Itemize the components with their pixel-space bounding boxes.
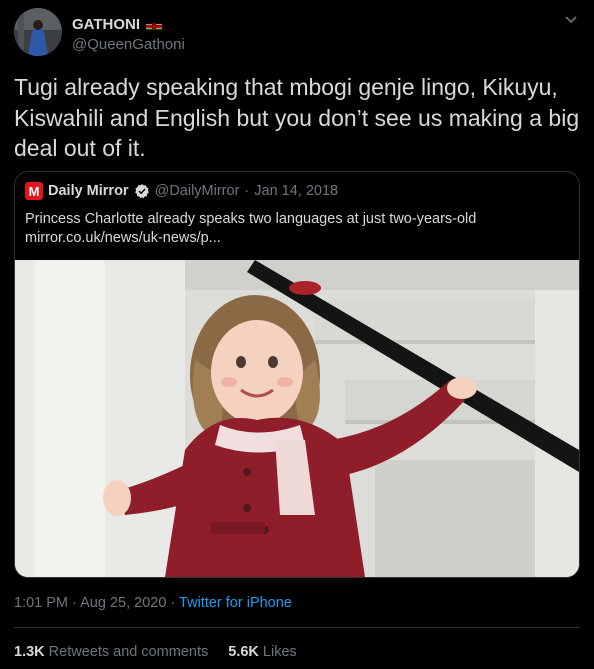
chevron-down-icon[interactable] bbox=[562, 10, 580, 28]
author-handle[interactable]: @QueenGathoni bbox=[72, 36, 185, 53]
display-name-text: GATHONI bbox=[72, 16, 141, 33]
retweets-label: Retweets and comments bbox=[48, 644, 209, 660]
quoted-tweet-link[interactable]: mirror.co.uk/news/uk-news/p... bbox=[25, 230, 221, 246]
tweet-date[interactable]: Aug 25, 2020 bbox=[80, 595, 166, 611]
quoted-tweet[interactable]: M Daily Mirror @DailyMirror · Jan 14, 20… bbox=[14, 171, 580, 578]
tweet-text: Tugi already speaking that mbogi genje l… bbox=[14, 74, 580, 161]
retweets-count: 1.3K bbox=[14, 644, 45, 660]
quoted-tweet-text: Princess Charlotte already speaks two la… bbox=[25, 211, 477, 227]
quoted-tweet-header: M Daily Mirror @DailyMirror · Jan 14, 20… bbox=[25, 182, 338, 200]
verified-badge-icon bbox=[134, 183, 150, 199]
tweet-meta: 1:01 PM · Aug 25, 2020 · Twitter for iPh… bbox=[14, 595, 292, 611]
divider bbox=[14, 627, 580, 628]
quoted-date: Jan 14, 2018 bbox=[254, 183, 339, 199]
tweet-stats: 1.3K Retweets and comments 5.6K Likes bbox=[14, 644, 297, 660]
display-name[interactable]: GATHONI bbox=[72, 16, 163, 33]
daily-mirror-logo-icon: M bbox=[25, 182, 43, 200]
separator-dot: · bbox=[72, 595, 77, 611]
child-photo[interactable] bbox=[15, 260, 579, 577]
tweet-header: GATHONI @QueenGathoni bbox=[14, 8, 580, 60]
avatar[interactable] bbox=[14, 8, 62, 56]
kenya-flag-icon bbox=[146, 19, 163, 30]
quoted-author-name: Daily Mirror bbox=[48, 183, 129, 199]
tweet-time[interactable]: 1:01 PM bbox=[14, 595, 68, 611]
retweets-stat[interactable]: 1.3K Retweets and comments bbox=[14, 644, 208, 660]
likes-label: Likes bbox=[262, 644, 297, 660]
likes-count: 5.6K bbox=[228, 644, 259, 660]
separator-dot: · bbox=[170, 595, 176, 611]
quoted-author-handle: @DailyMirror bbox=[154, 183, 240, 199]
tweet-source-link[interactable]: Twitter for iPhone bbox=[179, 595, 292, 611]
likes-stat[interactable]: 5.6K Likes bbox=[228, 644, 297, 660]
separator-dot: · bbox=[244, 183, 250, 199]
